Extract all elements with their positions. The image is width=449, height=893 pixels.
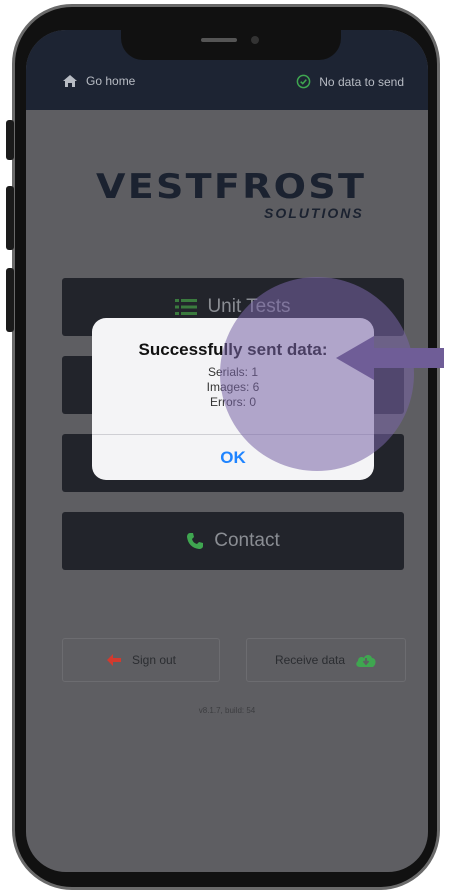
sign-out-label: Sign out — [131, 653, 177, 667]
phone-side-button — [6, 186, 14, 250]
sync-status-label: No data to send — [319, 74, 404, 89]
go-home-link[interactable]: Go home — [62, 74, 135, 88]
phone-notch — [121, 30, 341, 60]
phone-side-button — [6, 120, 14, 160]
home-icon — [63, 75, 77, 87]
company-logo: VESTFROST SOLUTIONS — [96, 167, 376, 221]
app-screen: Go home No data to send VESTFROST SOLUTI… — [26, 30, 428, 872]
cloud-download-icon — [356, 655, 376, 667]
list-icon — [175, 299, 198, 315]
sign-out-button[interactable]: Sign out — [62, 638, 220, 682]
check-circle-icon — [296, 74, 311, 89]
receive-data-label: Receive data — [274, 653, 346, 667]
contact-label: Contact — [214, 530, 280, 551]
speaker-grille — [201, 38, 237, 42]
arrow-left-icon — [106, 654, 121, 666]
arrow-left-pointer-icon — [336, 336, 444, 380]
logo-subtitle: SOLUTIONS — [264, 205, 364, 221]
front-camera — [251, 36, 259, 44]
logo-brand: VESTFROST — [96, 167, 367, 207]
go-home-label: Go home — [86, 74, 136, 88]
receive-data-button[interactable]: Receive data — [246, 638, 406, 682]
phone-icon — [187, 533, 204, 549]
phone-side-button — [6, 268, 14, 332]
contact-button[interactable]: Contact — [62, 512, 404, 570]
sync-status: No data to send — [296, 74, 404, 89]
version-label: v8.1.7, build: 54 — [198, 706, 256, 715]
